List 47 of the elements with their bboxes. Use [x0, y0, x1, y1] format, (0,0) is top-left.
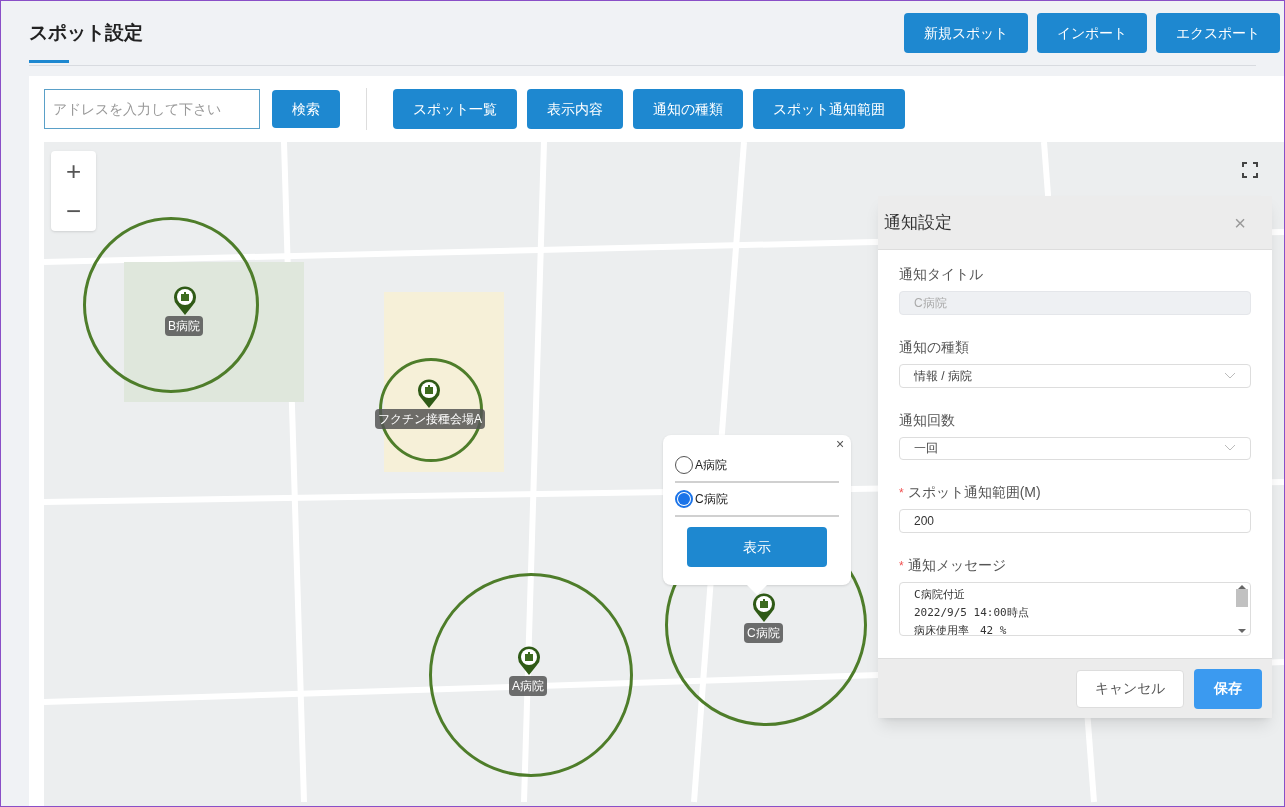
spot-label: B病院 [165, 316, 203, 336]
show-button[interactable]: 表示 [687, 527, 827, 567]
spot-label: フクチン接種会場A [375, 409, 485, 429]
field-label: 通知メッセージ [907, 556, 1006, 576]
cancel-button[interactable]: キャンセル [1076, 669, 1184, 708]
fullscreen-icon[interactable] [1242, 162, 1258, 178]
required-mark: * [899, 484, 904, 502]
message-line: C病院付近 [914, 587, 966, 604]
hospital-pin-icon[interactable] [173, 286, 197, 316]
zoom-in-button[interactable]: + [51, 151, 96, 191]
field-label: スポット通知範囲(M) [907, 483, 1041, 503]
toolbar-button[interactable]: 通知の種類 [633, 89, 743, 129]
spot-label: A病院 [509, 676, 547, 696]
hospital-pin-icon[interactable] [752, 593, 776, 623]
toolbar-button[interactable]: 表示内容 [527, 89, 623, 129]
zoom-out-button[interactable]: − [51, 191, 96, 231]
header-button[interactable]: エクスポート [1156, 13, 1280, 53]
header-button[interactable]: 新規スポット [904, 13, 1028, 53]
search-button[interactable]: 検索 [272, 90, 340, 128]
chevron-down-icon [1224, 371, 1236, 380]
scrollbar[interactable] [1234, 583, 1250, 635]
field-label: 通知タイトル [899, 265, 983, 284]
header-button[interactable]: インポート [1037, 13, 1147, 53]
toolbar-button[interactable]: スポット一覧 [393, 89, 517, 129]
chevron-down-icon [1224, 444, 1236, 453]
close-button[interactable]: × [1232, 211, 1248, 234]
dialog-title: 通知設定 [884, 211, 952, 234]
message-field[interactable]: C病院付近 2022/9/5 14:00時点 病床使用率 42 % [899, 582, 1251, 636]
radio-option[interactable]: A病院 [675, 449, 839, 483]
hospital-pin-icon[interactable] [517, 646, 541, 676]
address-field[interactable]: アドレスを入力して下さい [44, 89, 260, 129]
hospital-pin-icon[interactable] [417, 379, 441, 409]
radio-option[interactable]: C病院 [675, 483, 839, 517]
spot-label: C病院 [744, 623, 783, 643]
page-title: スポット設定 [29, 21, 143, 46]
select-field[interactable]: 一回 [899, 436, 1251, 461]
required-mark: * [899, 557, 904, 575]
toolbar-button[interactable]: スポット通知範囲 [753, 89, 905, 129]
message-line: 病床使用率 42 % [914, 623, 1008, 635]
title-field: C病院 [899, 291, 1251, 315]
select-field[interactable]: 情報 / 病院 [899, 363, 1251, 388]
range-field[interactable]: 200 [899, 509, 1251, 534]
field-label: 通知の種類 [899, 337, 969, 357]
save-button[interactable]: 保存 [1194, 668, 1262, 709]
field-label: 通知回数 [899, 410, 955, 430]
message-line: 2022/9/5 14:00時点 [914, 605, 1029, 622]
close-button[interactable]: × [834, 436, 846, 452]
